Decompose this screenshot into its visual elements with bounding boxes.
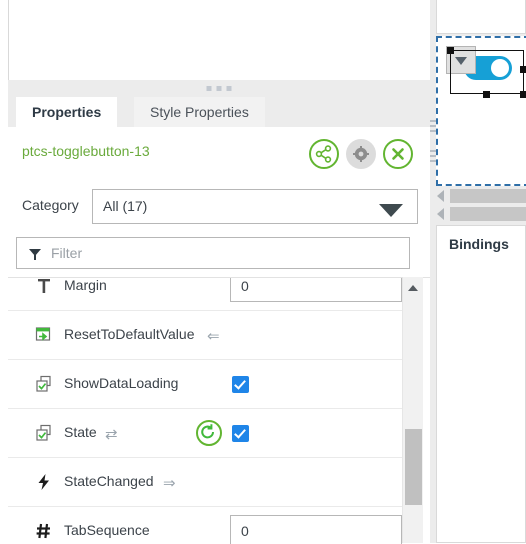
number-icon [34,521,54,541]
tab-properties[interactable]: Properties [16,97,118,127]
filter-funnel-icon [29,249,41,260]
property-checkbox[interactable] [232,376,249,393]
close-icon [392,148,404,160]
property-label: ShowDataLoading [64,375,179,391]
togglebutton-widget[interactable] [446,46,526,98]
category-selected-value: All (17) [103,198,148,214]
widget-name-row: ptcs-togglebutton-13 [8,127,430,179]
property-rows: Margin 0 ResetToDefaultValue ⇐ ShowDataL… [8,277,408,544]
refresh-icon [201,424,214,439]
binding-direction-in-icon: ⇐ [207,328,220,345]
refresh-binding-button[interactable] [196,420,222,446]
bindings-title: Bindings [449,236,509,252]
filter-placeholder: Filter [51,245,83,261]
canvas-strip [436,0,526,34]
binding-direction-both-icon: ⇄ [105,426,118,443]
chevron-down-icon [379,204,403,217]
property-label: TabSequence [64,522,150,538]
scrollbar-thumb[interactable] [450,207,526,221]
canvas-hscrollbar-outer[interactable] [436,206,526,222]
scroll-left-arrow-icon[interactable] [437,190,444,202]
property-label: State [64,424,97,440]
property-value-input[interactable]: 0 [230,515,402,544]
resize-handle-e[interactable] [520,66,526,73]
property-checkbox[interactable] [232,425,249,442]
category-row: Category All (17) [8,185,430,229]
binding-direction-out-icon: ⇒ [163,475,176,492]
category-select[interactable]: All (17) [92,189,418,224]
resize-handle-se[interactable] [520,91,526,98]
canvas-hscrollbar-inner[interactable] [436,188,526,204]
property-row-showdataloading[interactable]: ShowDataLoading [8,360,408,409]
scroll-up-arrow-icon[interactable] [403,277,423,297]
tab-bar: Properties Style Properties [8,97,430,128]
selected-widget-container[interactable] [436,36,526,186]
text-property-icon [34,278,54,296]
right-column: Bindings [430,0,526,543]
resize-handle-s[interactable] [483,91,490,98]
share-icon [315,145,332,163]
property-row-state[interactable]: State ⇄ [8,409,408,458]
property-list-scrollbar[interactable] [402,277,423,543]
property-list: Margin 0 ResetToDefaultValue ⇐ ShowDataL… [8,277,430,544]
scrollbar-thumb[interactable] [405,429,422,505]
boolean-icon [34,423,54,443]
property-row-statechanged[interactable]: StateChanged ⇒ [8,458,408,507]
property-label: Margin [64,277,107,293]
left-column: Properties Style Properties ptcs-toggleb… [0,0,432,544]
panel-splitter[interactable] [8,80,430,97]
property-value-input[interactable]: 0 [230,278,402,302]
selection-outline [450,50,524,94]
properties-panel-screen: Properties Style Properties ptcs-toggleb… [0,0,526,544]
scrollbar-thumb[interactable] [450,189,526,203]
filter-input[interactable]: Filter [16,237,410,269]
property-value-text: 0 [241,523,249,539]
share-button[interactable] [309,139,339,169]
canvas-area [8,0,432,80]
resize-handle-nw[interactable] [447,47,454,54]
category-label: Category [22,197,79,213]
configuration-button[interactable] [346,139,376,169]
property-value-text: 0 [241,278,249,294]
property-row-resettodefaultvalue[interactable]: ResetToDefaultValue ⇐ [8,311,408,360]
property-row-tabsequence[interactable]: TabSequence 0 [8,507,408,544]
tab-style-properties[interactable]: Style Properties [134,97,265,127]
splitter-drag-handle-icon[interactable] [206,86,232,91]
property-label: StateChanged [64,473,154,489]
close-button[interactable] [383,139,413,169]
boolean-icon [34,374,54,394]
property-row-margin[interactable]: Margin 0 [8,277,408,311]
bindings-panel: Bindings [436,225,526,543]
widget-name-label: ptcs-togglebutton-13 [22,143,150,159]
gear-icon [353,146,369,162]
property-label: ResetToDefaultValue [64,326,195,342]
scroll-left-arrow-icon[interactable] [437,208,444,220]
service-icon [34,325,54,345]
event-icon [34,472,54,492]
